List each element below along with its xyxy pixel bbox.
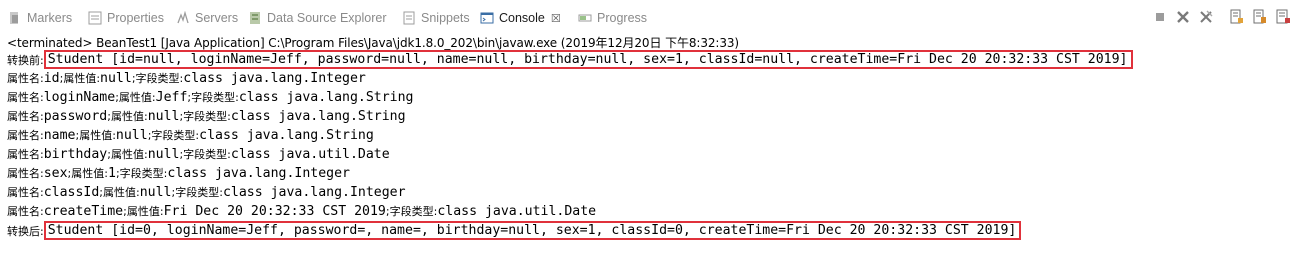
- servers-icon: [176, 10, 190, 25]
- console-status-line: <terminated> BeanTest1 [Java Application…: [7, 36, 740, 50]
- view-tab-bar: Markers Properties Servers Data Source E…: [0, 0, 1301, 34]
- remove-launch-icon[interactable]: [1175, 9, 1191, 25]
- tab-console[interactable]: Console ☒: [480, 8, 561, 28]
- tab-label: Servers: [195, 11, 239, 25]
- tab-properties[interactable]: Properties: [88, 8, 164, 28]
- field-name-label: 属性名:: [7, 205, 44, 218]
- field-value: null: [147, 147, 180, 162]
- field-value-label: 属性值:: [71, 167, 108, 180]
- field-name-label: 属性名:: [7, 110, 44, 123]
- tab-label: Data Source Explorer: [267, 11, 387, 25]
- field-value-label: 属性值:: [103, 186, 140, 199]
- field-type-label: 字段类型:: [389, 205, 438, 218]
- field-name-value: birthday: [43, 147, 108, 162]
- console-line-field: 属性名: createTime; 属性值: Fri Dec 20 20:32:33 C…: [7, 203, 596, 222]
- markers-icon: [8, 11, 22, 25]
- tab-snippets[interactable]: Snippets: [402, 8, 470, 28]
- snippets-icon: [402, 11, 416, 25]
- field-value: null: [115, 128, 148, 143]
- field-type: class java.lang.String: [238, 90, 414, 105]
- field-name-value: loginName: [43, 90, 116, 105]
- field-value-label: 属性值:: [79, 129, 116, 142]
- close-tab-icon[interactable]: ☒: [551, 12, 561, 25]
- tab-servers[interactable]: Servers: [176, 8, 238, 28]
- field-name-label: 属性名:: [7, 129, 44, 142]
- field-value-label: 属性值:: [126, 205, 164, 218]
- field-name-value: id: [43, 71, 60, 86]
- tab-label: Markers: [27, 11, 73, 25]
- tab-progress[interactable]: Progress: [578, 8, 647, 28]
- field-name-value: password: [43, 109, 108, 124]
- data-source-icon: [248, 11, 262, 25]
- console-line-field: 属性名: id; 属性值: null; 字段类型: class java.lang.Int…: [7, 70, 366, 89]
- progress-icon: [578, 11, 592, 25]
- console-line-after: 转换后: Student [id=0, loginName=Jeff, pass…: [7, 221, 1022, 241]
- field-name-label: 属性名:: [7, 91, 44, 104]
- field-name-label: 属性名:: [7, 167, 44, 180]
- field-type-label: 字段类型:: [151, 129, 200, 142]
- tab-markers[interactable]: Markers: [8, 8, 72, 28]
- field-value-label: 属性值:: [118, 91, 156, 104]
- field-value: Fri Dec 20 20:32:33 CST 2019: [163, 204, 386, 219]
- field-type: class java.lang.Integer: [183, 71, 366, 86]
- field-value-label: 属性值:: [110, 148, 148, 161]
- field-value: null: [100, 71, 132, 86]
- field-type-label: 字段类型:: [135, 72, 184, 85]
- console-line-field: 属性名: password; 属性值: null; 字段类型: class java.la…: [7, 108, 406, 127]
- field-name-value: sex: [43, 166, 68, 181]
- field-type-label: 字段类型:: [183, 148, 231, 161]
- field-name-value: name: [43, 128, 76, 143]
- scroll-lock-icon[interactable]: [1229, 9, 1245, 25]
- field-value: null: [139, 185, 172, 200]
- field-type: class java.util.Date: [230, 147, 390, 162]
- field-value: Jeff: [155, 90, 188, 105]
- field-name-value: classId: [43, 185, 100, 200]
- field-type-label: 字段类型:: [119, 167, 168, 180]
- highlighted-student-after: Student [id=0, loginName=Jeff, password=…: [43, 221, 1022, 240]
- field-type-label: 字段类型:: [191, 91, 239, 104]
- terminate-icon[interactable]: [1152, 9, 1168, 25]
- field-type: class java.lang.String: [199, 128, 374, 143]
- console-toolbar: [1152, 8, 1291, 26]
- field-name-label: 属性名:: [7, 148, 44, 161]
- console-icon: [480, 11, 494, 25]
- field-value-label: 属性值:: [63, 72, 101, 85]
- field-type: class java.lang.Integer: [167, 166, 350, 181]
- console-line-field: 属性名: name; 属性值: null; 字段类型: class java.lang.S…: [7, 127, 374, 146]
- console-line-field: 属性名: loginName; 属性值: Jeff; 字段类型: class java.l…: [7, 89, 414, 108]
- word-wrap-icon[interactable]: [1252, 9, 1268, 25]
- highlighted-student-before: Student [id=null, loginName=Jeff, passwo…: [43, 50, 1133, 69]
- tab-label: Console: [499, 11, 545, 25]
- field-type: class java.util.Date: [437, 204, 597, 219]
- field-value: 1: [107, 166, 116, 181]
- field-type-label: 字段类型:: [175, 186, 223, 199]
- tab-label: Snippets: [421, 11, 470, 25]
- field-name-label: 属性名:: [7, 72, 44, 85]
- console-line-before: 转换前: Student [id=null, loginName=Jeff, p…: [7, 50, 1133, 70]
- remove-all-icon[interactable]: [1198, 9, 1214, 25]
- field-value-label: 属性值:: [110, 110, 148, 123]
- tab-label: Progress: [597, 11, 648, 25]
- field-name-label: 属性名:: [7, 186, 44, 199]
- field-value: null: [147, 109, 180, 124]
- console-line-field: 属性名: classId; 属性值: null; 字段类型: class java.lan…: [7, 184, 406, 203]
- tab-label: Properties: [107, 11, 164, 25]
- tab-data-source-explorer[interactable]: Data Source Explorer: [248, 8, 387, 28]
- console-line-field: 属性名: birthday; 属性值: null; 字段类型: class java.ut…: [7, 146, 390, 165]
- field-name-value: createTime: [43, 204, 124, 219]
- properties-icon: [88, 11, 102, 25]
- console-line-field: 属性名: sex; 属性值: 1; 字段类型: class java.lang.Integ…: [7, 165, 350, 184]
- field-type: class java.lang.Integer: [222, 185, 406, 200]
- after-label: 转换后:: [7, 225, 44, 238]
- field-type-label: 字段类型:: [183, 110, 231, 123]
- field-type: class java.lang.String: [230, 109, 406, 124]
- before-label: 转换前:: [7, 54, 44, 67]
- pin-console-icon[interactable]: [1275, 9, 1291, 25]
